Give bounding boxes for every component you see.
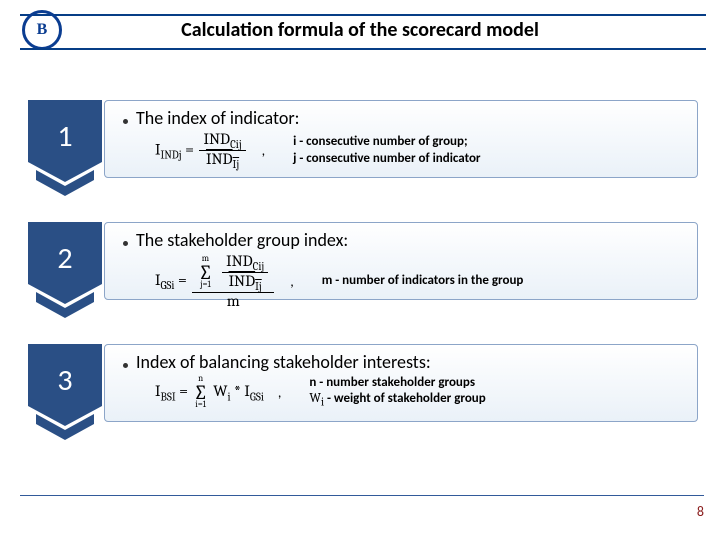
badge-1: 1 [28,100,102,178]
panel-3: Index of balancing stakeholder interests… [104,344,698,422]
page-title: Calculation formula of the scorecard mod… [0,18,720,42]
formula-row-1: IINDj = INDCij INDIj , i - consecutive n… [155,131,685,170]
legend-3: n - number stakeholder groups Wi - weigh… [309,375,485,410]
panel-2: The stakeholder group index: IGSi = m ∑ … [104,222,698,300]
heading-2: The stakeholder group index: [136,229,348,251]
comma-2: , [286,273,300,290]
heading-3: Index of balancing stakeholder interests… [136,351,431,373]
bullet-3: Index of balancing stakeholder interests… [123,351,685,373]
panel-1: The index of indicator: IINDj = INDCij I… [104,100,698,178]
badge-1-number: 1 [28,118,102,155]
formula-3: IBSI = n ∑ i=1 Wi * IGSi [155,375,264,410]
comma-3: , [274,384,288,401]
formula-row-3: IBSI = n ∑ i=1 Wi * IGSi , n - number st… [155,375,685,410]
content: 1 The index of indicator: IINDj = INDCij… [28,100,698,422]
legend-1: i - consecutive number of group; j - con… [293,134,480,167]
badge-3-number: 3 [28,362,102,399]
header-rule-top [20,14,706,16]
block-2: 2 The stakeholder group index: IGSi = m … [28,222,698,300]
badge-2: 2 [28,222,102,300]
bullet-2: The stakeholder group index: [123,229,685,251]
block-3: 3 Index of balancing stakeholder interes… [28,344,698,422]
badge-3: 3 [28,344,102,422]
comma-1: , [258,142,272,159]
formula-2: IGSi = m ∑ j=1 INDCij INDIj [155,253,276,309]
page-number: 8 [697,503,704,520]
header: B Calculation formula of the scorecard m… [0,0,720,56]
header-rule-bottom [20,48,706,50]
footer-rule [20,495,704,496]
heading-1: The index of indicator: [136,107,299,129]
bullet-dot-icon [123,119,128,124]
formula-1: IINDj = INDCij INDIj [155,131,248,170]
legend-2: m - number of indicators in the group [322,273,524,289]
badge-2-number: 2 [28,240,102,277]
formula-row-2: IGSi = m ∑ j=1 INDCij INDIj [155,253,685,309]
bullet-1: The index of indicator: [123,107,685,129]
bullet-dot-icon [123,241,128,246]
block-1: 1 The index of indicator: IINDj = INDCij… [28,100,698,178]
bullet-dot-icon [123,363,128,368]
